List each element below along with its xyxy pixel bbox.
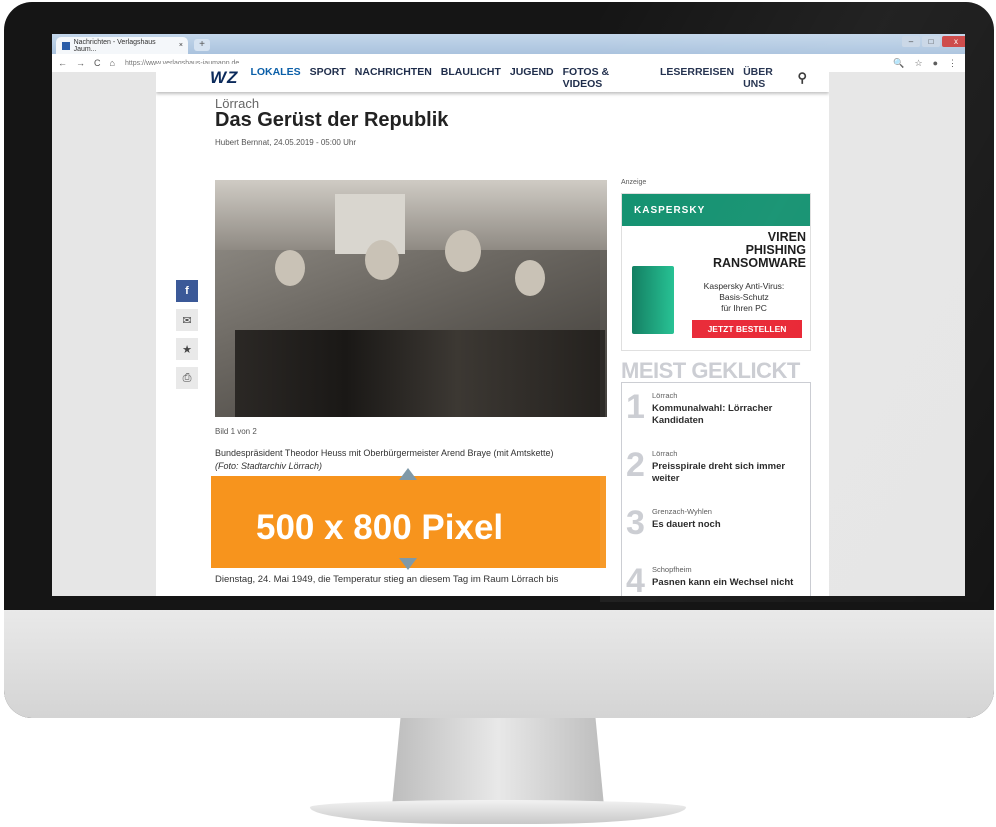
- most-clicked-title: MEIST GEKLICKT: [621, 358, 800, 383]
- close-window-button[interactable]: x: [942, 36, 965, 47]
- article-headline: Das Gerüst der Republik: [215, 109, 449, 131]
- facebook-icon[interactable]: f: [176, 280, 198, 302]
- tab-close-icon[interactable]: ×: [179, 42, 183, 49]
- zoom-icon[interactable]: 🔍: [893, 58, 904, 69]
- ad-subtext-line: für Ihren PC: [721, 303, 767, 313]
- reload-icon[interactable]: C: [94, 58, 101, 68]
- nav-item-fotos-videos[interactable]: FOTOS & VIDEOS: [563, 66, 651, 90]
- tab-bar: Nachrichten - Verlagshaus Jaum... × + – …: [52, 34, 965, 54]
- profile-icon[interactable]: ●: [933, 58, 938, 69]
- article-photo[interactable]: [215, 180, 607, 417]
- item-title[interactable]: Preisspirale dreht sich immer weiter: [652, 461, 807, 485]
- menu-icon[interactable]: ⋮: [948, 58, 957, 69]
- monitor-chin: [4, 610, 994, 718]
- nav-item-lokales[interactable]: LOKALES: [250, 66, 300, 90]
- photo-figure: [515, 260, 545, 296]
- rank-number: 4: [626, 562, 645, 596]
- home-icon[interactable]: ⌂: [110, 58, 115, 68]
- minimize-button[interactable]: –: [902, 36, 920, 47]
- ad-order-button[interactable]: JETZT BESTELLEN: [692, 320, 802, 338]
- rank-number: 2: [626, 446, 645, 484]
- tab-title: Nachrichten - Verlagshaus Jaum...: [73, 38, 156, 53]
- nav-item-sport[interactable]: SPORT: [310, 66, 346, 90]
- item-title[interactable]: Pasnen kann ein Wechsel nicht: [652, 577, 807, 589]
- image-counter: Bild 1 von 2: [215, 427, 257, 436]
- item-location: Lörrach: [652, 449, 678, 458]
- item-title[interactable]: Kommunalwahl: Lörracher Kandidaten: [652, 403, 807, 427]
- web-page: WZ LOKALES SPORT NACHRICHTEN BLAULICHT J…: [156, 64, 829, 596]
- photo-figure: [275, 250, 305, 286]
- nav-item-blaulicht[interactable]: BLAULICHT: [441, 66, 501, 90]
- browser-window: Nachrichten - Verlagshaus Jaum... × + – …: [52, 34, 965, 596]
- bookmark-star-icon[interactable]: ☆: [914, 58, 922, 69]
- article-body: Dienstag, 24. Mai 1949, die Temperatur s…: [215, 574, 559, 585]
- photo-figure: [365, 240, 399, 280]
- ad-headline-line: RANSOMWARE: [712, 256, 806, 270]
- item-location: Lörrach: [652, 391, 678, 400]
- star-icon[interactable]: ★: [176, 338, 198, 360]
- site-logo[interactable]: WZ: [210, 68, 238, 88]
- monitor-stand-neck: [392, 718, 604, 806]
- rank-number: 3: [626, 504, 645, 542]
- nav-item-leserreisen[interactable]: LESERREISEN: [660, 66, 734, 90]
- mail-icon[interactable]: ✉: [176, 309, 198, 331]
- ad-subtext: Kaspersky Anti-Virus: Basis-Schutz für I…: [682, 281, 806, 314]
- site-navigation: WZ LOKALES SPORT NACHRICHTEN BLAULICHT J…: [156, 64, 829, 92]
- ad-brand-logo: KASPERSKY: [634, 205, 706, 216]
- back-icon[interactable]: ←: [58, 58, 67, 68]
- favicon-icon: [62, 41, 70, 50]
- browser-tab[interactable]: Nachrichten - Verlagshaus Jaum... ×: [56, 37, 188, 54]
- advertisement[interactable]: KASPERSKY VIREN PHISHING RANSOMWARE Kasp…: [621, 193, 811, 351]
- nav-item-jugend[interactable]: JUGEND: [510, 66, 554, 90]
- photo-figure: [445, 230, 481, 272]
- photo-drape: [235, 330, 605, 417]
- rank-number: 1: [626, 388, 645, 426]
- item-location: Grenzach-Wyhlen: [652, 507, 712, 516]
- article-byline: Hubert Bernnat, 24.05.2019 - 05:00 Uhr: [215, 138, 356, 147]
- maximize-button[interactable]: □: [922, 36, 940, 47]
- caption-text: Bundespräsident Theodor Heuss mit Oberbü…: [215, 448, 554, 458]
- arrow-up-icon: [399, 468, 417, 480]
- ad-subtext-line: Kaspersky Anti-Virus:: [703, 281, 785, 291]
- search-icon[interactable]: ⚲: [797, 70, 807, 86]
- social-share-bar: f ✉ ★ ⎙: [176, 280, 198, 389]
- window-controls: – □ x: [902, 36, 965, 47]
- product-box-image: [632, 266, 674, 334]
- photo-background: [215, 180, 607, 250]
- nav-item-ueber-uns[interactable]: ÜBER UNS: [743, 66, 797, 90]
- forward-icon[interactable]: →: [76, 58, 85, 68]
- caption-credit: (Foto: Stadtarchiv Lörrach): [215, 461, 323, 471]
- monitor-stand-base: [310, 800, 686, 824]
- ad-label: Anzeige: [621, 179, 647, 186]
- item-title[interactable]: Es dauert noch: [652, 519, 807, 531]
- nav-item-nachrichten[interactable]: NACHRICHTEN: [355, 66, 432, 90]
- most-clicked-list: 1 Lörrach Kommunalwahl: Lörracher Kandid…: [621, 382, 811, 596]
- size-overlay-label: 500 x 800 Pixel: [256, 508, 504, 547]
- image-caption: Bundespräsident Theodor Heuss mit Oberbü…: [215, 447, 575, 473]
- new-tab-button[interactable]: +: [194, 39, 210, 51]
- arrow-down-icon: [399, 558, 417, 570]
- ad-headline: VIREN PHISHING RANSOMWARE: [682, 231, 806, 270]
- print-icon[interactable]: ⎙: [176, 367, 198, 389]
- ad-subtext-line: Basis-Schutz: [719, 292, 769, 302]
- item-location: Schopfheim: [652, 565, 692, 574]
